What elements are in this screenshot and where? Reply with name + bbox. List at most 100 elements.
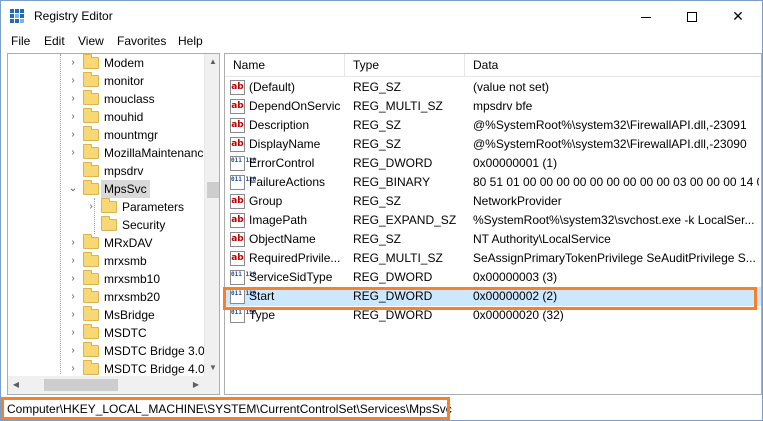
tree-item-mpssvc[interactable]: ⌄ MpsSvc [8, 180, 204, 198]
expand-arrow-icon[interactable]: › [68, 252, 78, 270]
value-row-dependonservice[interactable]: ab DependOnService REG_MULTI_SZ mpsdrv bfe [225, 97, 761, 116]
folder-icon [83, 72, 99, 87]
value-name: DependOnService [249, 99, 341, 113]
value-row-imagepath[interactable]: ab ImagePath REG_EXPAND_SZ %SystemRoot%\sys… [225, 211, 761, 230]
column-header-name[interactable]: Name [225, 54, 345, 76]
value-row-objectname[interactable]: ab ObjectName REG_SZ NT Authority\LocalServ… [225, 230, 761, 249]
value-type: REG_SZ [353, 232, 402, 246]
tree-item-mrxdav[interactable]: › MRxDAV [8, 234, 204, 252]
registry-app-icon [10, 9, 26, 25]
tree-vertical-scrollbar[interactable]: ▲ ▼ [204, 54, 219, 376]
menu-view[interactable]: View [78, 34, 104, 48]
tree-item-mrxsmb10[interactable]: › mrxsmb10 [8, 270, 204, 288]
expand-arrow-icon[interactable]: › [68, 108, 78, 126]
maximize-button[interactable] [669, 1, 715, 31]
tree-horizontal-scrollbar[interactable]: ◀ ▶ [8, 376, 204, 394]
tree-item-mouhid[interactable]: › mouhid [8, 108, 204, 126]
values-list-pane[interactable]: Name Type Data ab (Default) REG_SZ (value n… [224, 53, 762, 395]
menu-edit[interactable]: Edit [44, 34, 65, 48]
string-value-icon: ab [230, 251, 245, 266]
menu-file[interactable]: File [11, 34, 30, 48]
tree-item-msdtc[interactable]: › MSDTC [8, 324, 204, 342]
tree-item-label: MSDTC Bridge 3.0.0 [104, 344, 215, 358]
tree-item-security[interactable]: Security [8, 216, 204, 234]
tree-item-label: monitor [104, 74, 145, 88]
tree-item-mpsdrv[interactable]: mpsdrv [8, 162, 204, 180]
value-data: NetworkProvider [473, 194, 562, 208]
expand-arrow-icon[interactable]: › [68, 90, 78, 108]
expand-arrow-icon[interactable]: › [68, 306, 78, 324]
tree-item-parameters[interactable]: › Parameters [8, 198, 204, 216]
start-row-highlight [223, 287, 757, 310]
expand-arrow-icon[interactable]: › [68, 342, 78, 360]
status-path-highlight [1, 397, 450, 420]
title-bar[interactable]: Registry Editor ✕ [1, 1, 762, 31]
value-type: REG_MULTI_SZ [353, 251, 443, 265]
tree-item-mrxsmb[interactable]: › mrxsmb [8, 252, 204, 270]
expand-arrow-icon[interactable]: › [68, 126, 78, 144]
tree-item-mozillamaintenanc[interactable]: › MozillaMaintenanc [8, 144, 204, 162]
column-header-data[interactable]: Data [465, 54, 761, 76]
expand-arrow-icon[interactable]: › [68, 270, 78, 288]
tree-guide-line [60, 54, 61, 374]
tree-item-mrxsmb20[interactable]: › mrxsmb20 [8, 288, 204, 306]
scroll-down-icon[interactable]: ▼ [205, 360, 219, 376]
expand-arrow-icon[interactable]: › [68, 54, 78, 72]
expand-arrow-icon[interactable]: › [68, 324, 78, 342]
expand-arrow-icon[interactable]: › [68, 288, 78, 306]
value-name: ServiceSidType [249, 270, 333, 284]
tree-item-label: mouclass [104, 92, 155, 106]
tree-item-modem[interactable]: › Modem [8, 54, 204, 72]
folder-icon [83, 180, 99, 195]
folder-icon [83, 108, 99, 123]
tree-item-label: MSDTC [104, 326, 147, 340]
menu-favorites[interactable]: Favorites [117, 34, 166, 48]
value-row-servicesidtype[interactable]: 011 110 ServiceSidType REG_DWORD 0x00000003… [225, 268, 761, 287]
value-name: DisplayName [249, 137, 321, 151]
value-type: REG_DWORD [353, 270, 433, 284]
expand-arrow-icon[interactable]: › [68, 144, 78, 162]
tree-item-label: mrxsmb10 [104, 272, 161, 286]
scroll-up-icon[interactable]: ▲ [205, 54, 219, 70]
scroll-right-icon[interactable]: ▶ [188, 376, 204, 394]
value-row-requiredprivile[interactable]: ab RequiredPrivile... REG_MULTI_SZ SeAssign… [225, 249, 761, 268]
tree-item-label: mpsdrv [104, 164, 144, 178]
tree-item-mouclass[interactable]: › mouclass [8, 90, 204, 108]
value-name: Group [249, 194, 283, 208]
value-row-errorcontrol[interactable]: 011 110 ErrorControl REG_DWORD 0x00000001 (… [225, 154, 761, 173]
expand-arrow-icon[interactable]: › [68, 72, 78, 90]
tree-vertical-scroll-thumb[interactable] [207, 182, 219, 198]
maximize-icon [687, 12, 697, 23]
string-value-icon: ab [230, 137, 245, 152]
tree-item-msdtc-bridge-3-0-0[interactable]: › MSDTC Bridge 3.0.0 [8, 342, 215, 360]
value-data: 0x00000003 (3) [473, 270, 558, 284]
value-type: REG_SZ [353, 194, 402, 208]
folder-icon [83, 90, 99, 105]
value-row-failureactions[interactable]: 011 110 FailureActions REG_BINARY 80 51 01 … [225, 173, 761, 192]
value-data: 0x00000001 (1) [473, 156, 558, 170]
value-data: mpsdrv bfe [473, 99, 533, 113]
value-name: ObjectName [249, 232, 316, 246]
close-button[interactable]: ✕ [715, 1, 761, 31]
value-row-description[interactable]: ab Description REG_SZ @%SystemRoot%\system3… [225, 116, 761, 135]
key-tree-pane[interactable]: › Modem › monitor › mouclass › mouhid › mountmgr ›… [7, 53, 220, 395]
scroll-left-icon[interactable]: ◀ [8, 376, 24, 394]
collapse-arrow-icon[interactable]: ⌄ [68, 180, 78, 198]
value-row-default[interactable]: ab (Default) REG_SZ (value not set) [225, 78, 761, 97]
tree-item-monitor[interactable]: › monitor [8, 72, 204, 90]
tree-item-mountmgr[interactable]: › mountmgr [8, 126, 204, 144]
value-type: REG_SZ [353, 80, 402, 94]
menu-help[interactable]: Help [178, 34, 203, 48]
value-row-group[interactable]: ab Group REG_SZ NetworkProvider [225, 192, 761, 211]
tree-item-msbridge[interactable]: › MsBridge [8, 306, 204, 324]
value-data: SeAssignPrimaryTokenPrivilege SeAuditPri… [473, 251, 756, 265]
folder-icon [83, 252, 99, 267]
column-header-type[interactable]: Type [345, 54, 465, 76]
registry-editor-window: Registry Editor ✕ File Edit View Favorit… [0, 0, 763, 421]
value-row-displayname[interactable]: ab DisplayName REG_SZ @%SystemRoot%\system3… [225, 135, 761, 154]
minimize-button[interactable] [623, 1, 669, 31]
string-value-icon: ab [230, 213, 245, 228]
folder-icon [83, 234, 99, 249]
tree-horizontal-scroll-thumb[interactable] [44, 379, 118, 391]
expand-arrow-icon[interactable]: › [68, 234, 78, 252]
